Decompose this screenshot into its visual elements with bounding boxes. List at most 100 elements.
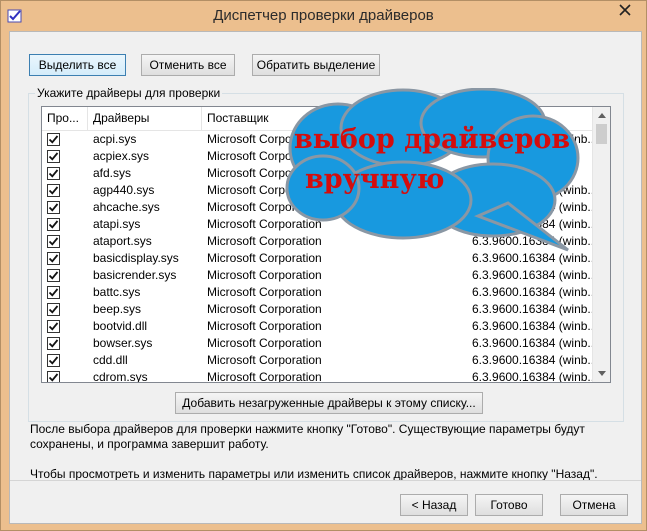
driver-checkbox-cell[interactable] <box>47 267 61 284</box>
driver-checkbox[interactable] <box>47 371 60 382</box>
driver-name: basicdisplay.sys <box>93 251 179 265</box>
driver-name: acpi.sys <box>93 132 137 146</box>
driver-checkbox-cell[interactable] <box>47 131 61 148</box>
add-unloaded-drivers-button[interactable]: Добавить незагруженные драйверы к этому … <box>175 392 483 414</box>
driver-checkbox-cell[interactable] <box>47 301 61 318</box>
driver-checkbox-cell[interactable] <box>47 284 61 301</box>
driver-provider: Microsoft Corporation <box>207 370 322 383</box>
driver-name: basicrender.sys <box>93 268 177 282</box>
checkmark-icon <box>48 152 59 161</box>
driver-checkbox[interactable] <box>47 320 60 333</box>
cancel-button[interactable]: Отмена <box>560 494 628 516</box>
annotation-line-1: выбор драйверов <box>294 124 571 155</box>
driver-checkbox[interactable] <box>47 150 60 163</box>
driver-checkbox-cell[interactable] <box>47 148 61 165</box>
driver-name: cdd.dll <box>93 353 128 367</box>
driver-checkbox[interactable] <box>47 133 60 146</box>
driver-checkbox[interactable] <box>47 235 60 248</box>
instructions-line-finish: После выбора драйверов для проверки нажм… <box>30 422 585 451</box>
window-title: Диспетчер проверки драйверов <box>213 7 434 24</box>
checkmark-icon <box>48 254 59 263</box>
driver-name: acpiex.sys <box>93 149 150 163</box>
driver-name: cdrom.sys <box>93 370 148 383</box>
driver-verifier-window: Диспетчер проверки драйверов Выделить вс… <box>0 0 647 531</box>
driver-checkbox[interactable] <box>47 201 60 214</box>
driver-provider: Microsoft Corporation <box>207 336 322 350</box>
driver-provider: Microsoft Corporation <box>207 319 322 333</box>
driver-checkbox[interactable] <box>47 252 60 265</box>
annotation-cloud: выбор драйверов вручную <box>283 87 581 260</box>
instructions-text: После выбора драйверов для проверки нажм… <box>30 422 620 497</box>
table-row[interactable]: basicrender.sys Microsoft Corporation 6.3.… <box>42 267 592 284</box>
checkmark-icon <box>48 135 59 144</box>
driver-name: beep.sys <box>93 302 142 316</box>
checkmark-icon <box>48 237 59 246</box>
checkmark-icon <box>48 322 59 331</box>
driver-checkbox-cell[interactable] <box>47 199 61 216</box>
footer-divider <box>10 480 641 481</box>
vertical-scrollbar[interactable] <box>592 107 610 382</box>
driver-checkbox-cell[interactable] <box>47 233 61 250</box>
chevron-down-icon <box>597 371 606 376</box>
table-row[interactable]: bootvid.dll Microsoft Corporation 6.3.9600… <box>42 318 592 335</box>
group-label: Укажите драйверы для проверки <box>35 86 223 100</box>
checkmark-icon <box>48 339 59 348</box>
driver-provider: Microsoft Corporation <box>207 302 322 316</box>
table-row[interactable]: battc.sys Microsoft Corporation 6.3.9600.1… <box>42 284 592 301</box>
deselect-all-button[interactable]: Отменить все <box>141 54 235 76</box>
checkmark-icon <box>48 271 59 280</box>
driver-provider: Microsoft Corporation <box>207 353 322 367</box>
checkmark-icon <box>48 373 59 382</box>
driver-checkbox[interactable] <box>47 167 60 180</box>
driver-checkbox-cell[interactable] <box>47 352 61 369</box>
column-header-driver[interactable]: Драйверы <box>88 107 202 130</box>
table-row[interactable]: beep.sys Microsoft Corporation 6.3.9600.16… <box>42 301 592 318</box>
driver-name: atapi.sys <box>93 217 141 231</box>
driver-name: bowser.sys <box>93 336 153 350</box>
driver-provider: Microsoft Corporation <box>207 268 322 282</box>
checkmark-icon <box>48 220 59 229</box>
driver-version: 6.3.9600.16384 (winb... <box>472 268 592 282</box>
driver-checkbox[interactable] <box>47 337 60 350</box>
checkmark-icon <box>48 288 59 297</box>
table-row[interactable]: cdd.dll Microsoft Corporation 6.3.9600.163… <box>42 352 592 369</box>
invert-selection-button[interactable]: Обратить выделение <box>252 54 380 76</box>
scroll-thumb[interactable] <box>596 124 607 144</box>
driver-checkbox[interactable] <box>47 354 60 367</box>
title-bar[interactable]: Диспетчер проверки драйверов <box>1 1 646 31</box>
driver-name: battc.sys <box>93 285 141 299</box>
chevron-up-icon <box>597 113 606 118</box>
driver-checkbox[interactable] <box>47 184 60 197</box>
driver-checkbox-cell[interactable] <box>47 250 61 267</box>
driver-checkbox[interactable] <box>47 303 60 316</box>
driver-name: ataport.sys <box>93 234 152 248</box>
checkmark-icon <box>48 203 59 212</box>
driver-name: agp440.sys <box>93 183 155 197</box>
driver-checkbox-cell[interactable] <box>47 369 61 382</box>
driver-checkbox-cell[interactable] <box>47 335 61 352</box>
back-button[interactable]: < Назад <box>400 494 468 516</box>
driver-checkbox[interactable] <box>47 269 60 282</box>
driver-checkbox-cell[interactable] <box>47 182 61 199</box>
driver-checkbox-cell[interactable] <box>47 165 61 182</box>
checkmark-icon <box>48 169 59 178</box>
close-button[interactable] <box>604 1 646 22</box>
driver-checkbox-cell[interactable] <box>47 216 61 233</box>
scroll-down-arrow[interactable] <box>593 365 610 382</box>
column-header-check[interactable]: Про... <box>42 107 88 130</box>
table-row[interactable]: cdrom.sys Microsoft Corporation 6.3.9600.1… <box>42 369 592 383</box>
select-all-button[interactable]: Выделить все <box>29 54 126 76</box>
table-row[interactable]: bowser.sys Microsoft Corporation 6.3.9600.… <box>42 335 592 352</box>
driver-checkbox-cell[interactable] <box>47 318 61 335</box>
driver-name: afd.sys <box>93 166 132 180</box>
driver-version: 6.3.9600.16384 (winb... <box>472 285 592 299</box>
driver-version: 6.3.9600.16384 (winb... <box>472 336 592 350</box>
scroll-up-arrow[interactable] <box>593 107 610 124</box>
driver-name: bootvid.dll <box>93 319 148 333</box>
driver-checkbox[interactable] <box>47 218 60 231</box>
driver-version: 6.3.9600.16384 (winb... <box>472 353 592 367</box>
checkmark-icon <box>48 356 59 365</box>
driver-checkbox[interactable] <box>47 286 60 299</box>
finish-button[interactable]: Готово <box>475 494 543 516</box>
checkmark-icon <box>48 186 59 195</box>
